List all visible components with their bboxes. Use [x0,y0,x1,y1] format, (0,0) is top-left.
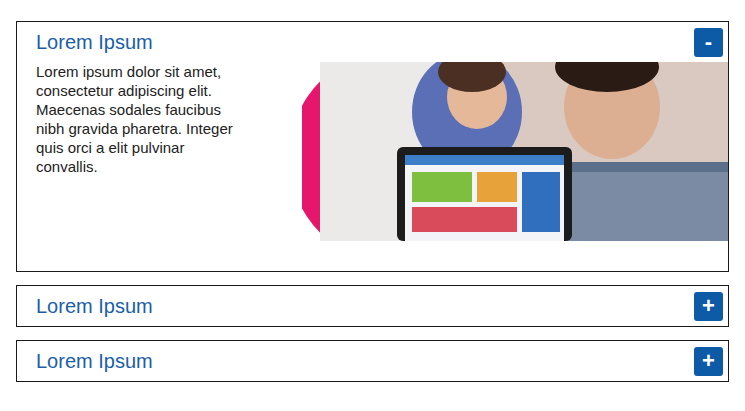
accordion-header[interactable]: Lorem Ipsum + [17,341,728,381]
accordion-header[interactable]: Lorem Ipsum + [17,286,728,326]
accordion-panel: Lorem Ipsum + [16,285,729,327]
page: Lorem Ipsum - Lorem ipsum dolor sit amet, … [0,0,745,411]
accordion-header[interactable]: Lorem Ipsum - [17,22,728,62]
expand-button[interactable]: + [694,292,723,321]
panel-title: Lorem Ipsum [36,294,153,318]
accordion-panel: Lorem Ipsum + [16,340,729,382]
expand-button[interactable]: + [694,347,723,376]
collapse-button[interactable]: - [694,28,723,57]
accordion-panel: Lorem Ipsum - Lorem ipsum dolor sit amet, … [16,21,729,272]
panel-text: Lorem ipsum dolor sit amet, consectetur … [17,62,253,176]
panel-body: Lorem ipsum dolor sit amet, consectetur … [17,62,728,271]
panel-title: Lorem Ipsum [36,30,153,54]
panel-title: Lorem Ipsum [36,349,153,373]
photo [302,62,728,241]
